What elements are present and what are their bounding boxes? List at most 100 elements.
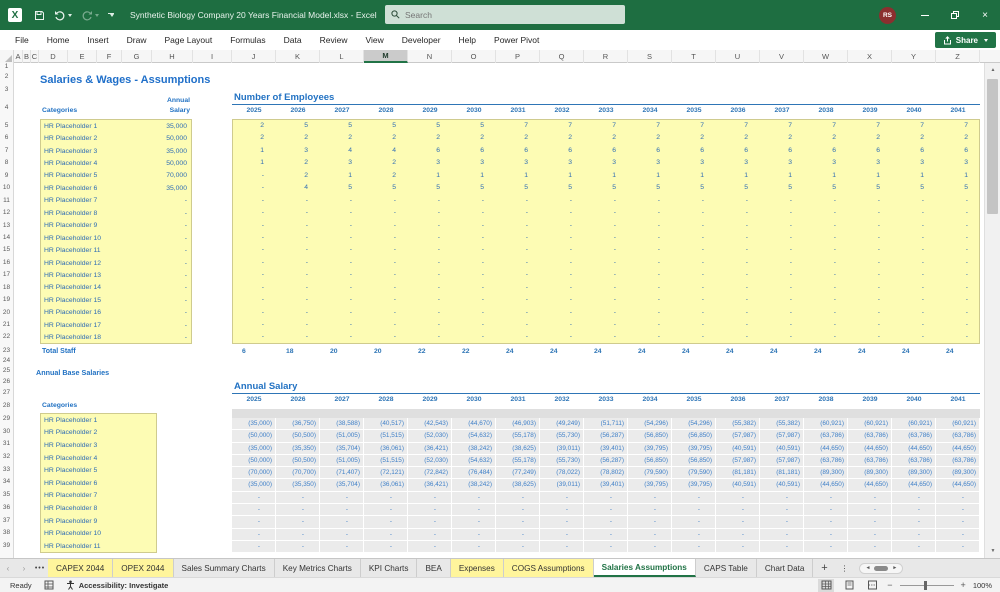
employees-cell[interactable]: - (409, 331, 453, 343)
column-header-I[interactable]: I (193, 50, 232, 63)
salary-cell[interactable]: (55,382) (760, 418, 804, 431)
salary-cell[interactable]: (46,903) (496, 418, 540, 431)
employees-cell[interactable]: - (409, 319, 453, 331)
row-header-1[interactable]: 1 (0, 63, 13, 70)
employees-cell[interactable]: - (849, 232, 893, 244)
employees-cell[interactable]: - (233, 269, 277, 281)
employees-cell[interactable]: 7 (937, 120, 981, 132)
employees-cell[interactable]: 2 (761, 132, 805, 144)
employees-cell[interactable]: 4 (321, 145, 365, 157)
employees-cell[interactable]: - (277, 232, 321, 244)
salary-cell[interactable]: - (716, 516, 760, 529)
employees-cell[interactable]: - (893, 232, 937, 244)
base-salary-category-cell[interactable]: HR Placeholder 5 (41, 467, 156, 474)
salary-cell[interactable]: (57,987) (716, 430, 760, 443)
salary-cell[interactable]: (89,300) (848, 467, 892, 480)
employees-cell[interactable]: - (937, 244, 981, 256)
employees-cell[interactable]: - (585, 257, 629, 269)
row-header-7[interactable]: 7 (0, 145, 13, 157)
employees-cell[interactable]: - (673, 232, 717, 244)
employees-cell[interactable]: - (849, 257, 893, 269)
salary-cell[interactable]: (40,591) (760, 479, 804, 492)
ribbon-tab-insert[interactable]: Insert (78, 30, 117, 50)
employees-cell[interactable]: - (849, 244, 893, 256)
column-header-Z[interactable]: Z (936, 50, 980, 63)
row-header-27[interactable]: 27 (0, 387, 13, 399)
employees-cell[interactable]: - (629, 307, 673, 319)
salary-cell[interactable]: - (848, 528, 892, 541)
salary-cell[interactable]: - (936, 540, 980, 554)
salary-cell[interactable]: (35,000) (232, 479, 276, 492)
row-header-9[interactable]: 9 (0, 170, 13, 182)
employees-cell[interactable]: 7 (585, 120, 629, 132)
qat-customize-icon[interactable] (108, 13, 114, 17)
row-header-22[interactable]: 22 (0, 331, 13, 343)
staff-category-cell[interactable]: HR Placeholder 15 (41, 297, 147, 304)
salary-year-header[interactable]: 2040 (892, 396, 936, 403)
employees-cell[interactable]: - (937, 269, 981, 281)
column-header-G[interactable]: G (122, 50, 152, 63)
employees-cell[interactable]: 1 (497, 170, 541, 182)
salary-year-header[interactable]: 2027 (320, 396, 364, 403)
employees-cell[interactable]: - (365, 294, 409, 306)
employees-cell[interactable]: - (893, 207, 937, 219)
employees-total-cell[interactable]: 22 (452, 348, 496, 355)
employees-cell[interactable]: - (233, 170, 277, 182)
row-header-5[interactable]: 5 (0, 120, 13, 132)
employees-cell[interactable]: 5 (761, 182, 805, 194)
salary-cell[interactable]: - (628, 540, 672, 554)
view-page-break-icon[interactable] (864, 579, 880, 592)
staff-category-cell[interactable]: HR Placeholder 8 (41, 210, 147, 217)
row-header-19[interactable]: 19 (0, 294, 13, 306)
employees-cell[interactable]: 6 (893, 145, 937, 157)
employees-cell[interactable]: - (849, 220, 893, 232)
employees-cell[interactable]: - (849, 294, 893, 306)
employees-cell[interactable]: - (277, 257, 321, 269)
employees-cell[interactable]: 7 (893, 120, 937, 132)
salary-cell[interactable]: (39,011) (540, 442, 584, 455)
sheet-nav-right-icon[interactable]: › (16, 559, 32, 577)
employees-cell[interactable]: 2 (717, 132, 761, 144)
employees-cell[interactable]: 2 (453, 132, 497, 144)
employees-cell[interactable]: 1 (233, 157, 277, 169)
employees-cell[interactable]: - (277, 269, 321, 281)
staff-category-cell[interactable]: HR Placeholder 7 (41, 197, 147, 204)
salary-cell[interactable]: - (628, 504, 672, 517)
employees-cell[interactable]: - (277, 220, 321, 232)
salary-cell[interactable]: (50,500) (276, 430, 320, 443)
employees-cell[interactable]: - (937, 319, 981, 331)
employees-cell[interactable]: 1 (233, 145, 277, 157)
employees-cell[interactable]: - (629, 331, 673, 343)
employees-cell[interactable]: - (409, 207, 453, 219)
employees-cell[interactable]: - (761, 232, 805, 244)
employees-cell[interactable]: - (585, 331, 629, 343)
salary-cell[interactable]: (55,178) (496, 430, 540, 443)
salary-cell[interactable]: (51,005) (320, 430, 364, 443)
salary-cell[interactable]: (55,178) (496, 454, 540, 468)
employees-cell[interactable]: - (761, 319, 805, 331)
employees-cell[interactable]: 3 (937, 157, 981, 169)
employees-cell[interactable]: - (233, 244, 277, 256)
base-salary-category-cell[interactable]: HR Placeholder 2 (41, 429, 156, 436)
salary-cell[interactable]: (60,921) (936, 418, 980, 431)
salary-cell[interactable]: (51,515) (364, 454, 408, 468)
salary-cell[interactable]: (38,242) (452, 479, 496, 492)
employees-cell[interactable]: 3 (541, 157, 585, 169)
salary-cell[interactable]: (56,287) (584, 454, 628, 468)
vscroll-thumb[interactable] (987, 79, 998, 214)
salary-cell[interactable]: - (408, 528, 452, 541)
employees-cell[interactable]: 1 (541, 170, 585, 182)
employees-cell[interactable]: 6 (673, 145, 717, 157)
employees-cell[interactable]: - (893, 257, 937, 269)
employees-cell[interactable]: - (453, 307, 497, 319)
salary-cell[interactable]: (44,650) (804, 479, 848, 492)
select-all-corner[interactable] (0, 50, 14, 63)
salary-cell[interactable]: (78,802) (584, 467, 628, 480)
staff-salary-cell[interactable]: - (147, 260, 191, 267)
employees-cell[interactable]: 2 (585, 132, 629, 144)
employees-cell[interactable]: 1 (321, 170, 365, 182)
employees-cell[interactable]: - (761, 307, 805, 319)
staff-category-cell[interactable]: HR Placeholder 13 (41, 272, 147, 279)
employees-cell[interactable]: 2 (233, 120, 277, 132)
employees-cell[interactable]: - (233, 307, 277, 319)
